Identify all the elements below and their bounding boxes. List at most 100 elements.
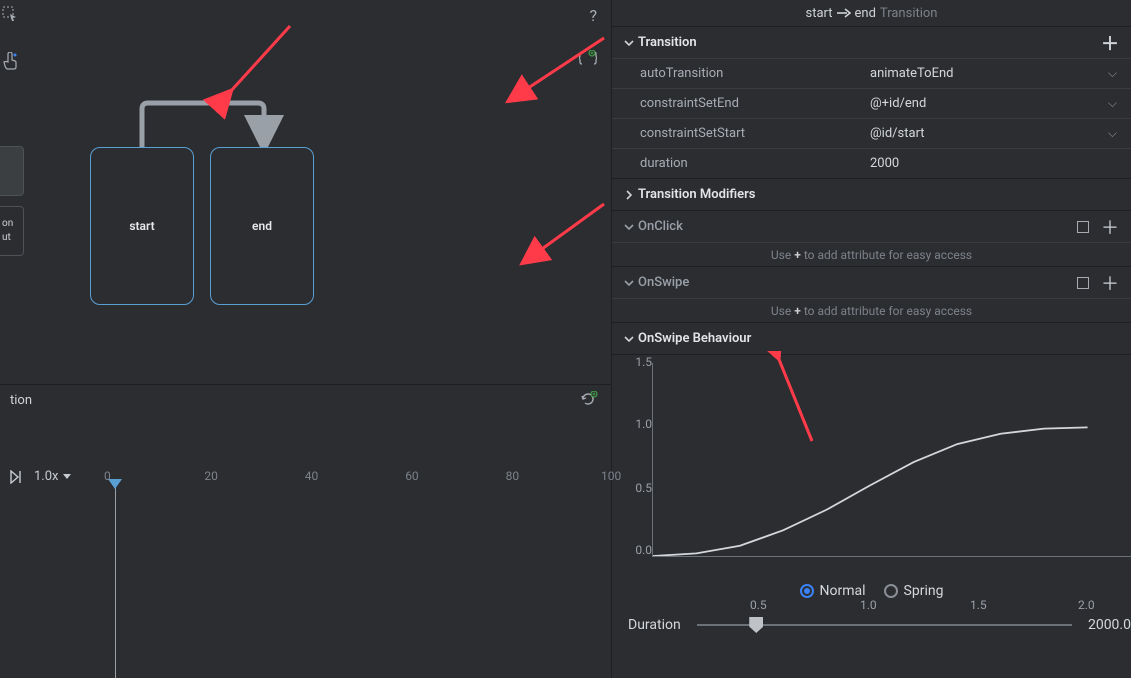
title-end: end — [855, 6, 876, 21]
playback-speed-dropdown[interactable]: 1.0x — [34, 469, 71, 484]
section-transition-label: Transition — [638, 35, 1101, 50]
attr-row-autoTransition[interactable]: autoTransition animateToEnd ⌵ — [612, 58, 1131, 88]
timeline-playhead[interactable] — [115, 487, 116, 678]
radio-dot-off-icon — [884, 584, 898, 598]
left-toolbar: ? — [0, 0, 611, 30]
add-onswipe-icon[interactable]: ＋ — [1101, 270, 1119, 296]
attr-value[interactable]: animateToEnd — [870, 66, 1104, 81]
attr-name: constraintSetEnd — [640, 96, 870, 111]
state-box-start[interactable]: start — [90, 147, 194, 305]
section-onswipe[interactable]: OnSwipe ＋ — [612, 266, 1131, 298]
timeline-tick: 20 — [204, 469, 218, 483]
stub2-line1: on — [2, 217, 23, 231]
x-tick: 1.5 — [970, 598, 987, 612]
timeline-tick: 80 — [506, 469, 520, 483]
plus-icon: + — [791, 248, 804, 262]
section-transition-modifiers[interactable]: Transition Modifiers — [612, 178, 1131, 210]
square-icon[interactable] — [1077, 221, 1089, 233]
attr-row-constraintSetEnd[interactable]: constraintSetEnd @+id/end ⌵ — [612, 88, 1131, 118]
stub2-line2: ut — [2, 231, 23, 245]
attr-value[interactable]: @id/start — [870, 126, 1104, 141]
timeline-cycle-icon[interactable] — [580, 391, 598, 407]
plus-icon: + — [791, 304, 804, 318]
y-tick: 0.5 — [635, 481, 652, 495]
radio-spring[interactable]: Spring — [884, 583, 944, 599]
onclick-hint: Use + to add attribute for easy access — [612, 242, 1131, 266]
state-box-end[interactable]: end — [210, 147, 314, 305]
state-start-label: start — [129, 219, 154, 233]
playback-speed-value: 1.0x — [34, 469, 59, 484]
chevron-down-icon — [624, 222, 638, 232]
attributes-panel: start end Transition Transition ＋ autoTr… — [612, 0, 1131, 678]
left-side-tab-2[interactable]: on ut — [0, 206, 24, 256]
dropdown-icon[interactable]: ⌵ — [1104, 126, 1121, 141]
attr-name: autoTransition — [640, 66, 870, 81]
title-start: start — [806, 6, 833, 21]
chevron-down-icon — [624, 38, 638, 48]
y-tick: 0.0 — [635, 543, 652, 557]
state-end-label: end — [252, 219, 272, 233]
timeline-body: 1.0x 0 20 40 60 80 100 — [0, 415, 612, 439]
slider-thumb[interactable] — [749, 617, 763, 633]
section-onswipe-behaviour[interactable]: OnSwipe Behaviour — [612, 322, 1131, 354]
dropdown-icon[interactable]: ⌵ — [1104, 96, 1121, 111]
y-tick: 1.5 — [635, 355, 652, 369]
dropdown-icon[interactable]: ⌵ — [1104, 66, 1121, 81]
timeline-panel: tion 1.0x 0 20 40 — [0, 384, 612, 678]
timeline-controls: 1.0x — [10, 469, 71, 484]
radio-dot-on-icon — [800, 584, 814, 598]
duration-value: 2000.0 — [1088, 617, 1131, 633]
chevron-down-icon — [63, 474, 71, 480]
section-onswipe-label: OnSwipe — [638, 275, 1077, 290]
help-icon[interactable]: ? — [589, 6, 597, 25]
section-onclick[interactable]: OnClick ＋ — [612, 210, 1131, 242]
attr-name: duration — [640, 156, 870, 171]
attr-value[interactable]: @+id/end — [870, 96, 1104, 111]
x-tick: 2.0 — [1078, 598, 1095, 612]
hint-pre: Use — [771, 248, 791, 262]
code-toggle-icon[interactable] — [579, 50, 597, 66]
touch-tool-icon[interactable] — [2, 52, 18, 70]
title-suffix: Transition — [880, 6, 938, 21]
section-transition-modifiers-label: Transition Modifiers — [638, 187, 1119, 202]
section-transition[interactable]: Transition ＋ — [612, 26, 1131, 58]
plot-svg — [653, 363, 1131, 556]
onswipe-graph-area: 1.5 1.0 0.5 0.0 0.5 1.0 1.5 2.0 Normal — [612, 354, 1131, 678]
hint-pre: Use — [771, 304, 791, 318]
timeline-ruler[interactable]: 0 20 40 60 80 100 — [104, 469, 606, 678]
duration-slider-row: Duration 2000.0 — [628, 617, 1131, 633]
section-onswipe-behaviour-label: OnSwipe Behaviour — [638, 331, 1119, 346]
y-tick: 1.0 — [635, 417, 652, 431]
radio-normal-label: Normal — [820, 583, 866, 599]
timeline-tick: 40 — [305, 469, 319, 483]
motion-editor-canvas: ? on ut start end — [0, 0, 612, 678]
left-side-tab-1[interactable] — [0, 146, 24, 196]
duration-slider[interactable] — [697, 624, 1072, 626]
add-onclick-icon[interactable]: ＋ — [1101, 214, 1119, 240]
x-tick: 0.5 — [750, 598, 767, 612]
duration-label: Duration — [628, 617, 681, 633]
radio-normal[interactable]: Normal — [800, 583, 866, 599]
timeline-title: tion — [10, 393, 32, 408]
attributes-title: start end Transition — [612, 0, 1131, 26]
behaviour-mode-radios: Normal Spring — [612, 583, 1131, 599]
attr-row-constraintSetStart[interactable]: constraintSetStart @id/start ⌵ — [612, 118, 1131, 148]
hint-post: to add attribute for easy access — [804, 248, 972, 262]
attr-name: constraintSetStart — [640, 126, 870, 141]
attr-row-duration[interactable]: duration 2000 — [612, 148, 1131, 178]
square-icon[interactable] — [1077, 277, 1089, 289]
hint-post: to add attribute for easy access — [804, 304, 972, 318]
play-to-end-icon[interactable] — [10, 470, 26, 484]
x-tick: 1.0 — [860, 598, 877, 612]
section-onclick-label: OnClick — [638, 219, 1077, 234]
onswipe-hint: Use + to add attribute for easy access — [612, 298, 1131, 322]
timeline-header: tion — [0, 385, 612, 415]
add-transition-attribute-icon[interactable]: ＋ — [1101, 30, 1119, 56]
timeline-tick: 60 — [405, 469, 419, 483]
chevron-right-icon — [624, 190, 638, 200]
selection-tool-icon[interactable] — [2, 6, 18, 22]
arrow-right-icon — [837, 7, 851, 19]
radio-spring-label: Spring — [904, 583, 944, 599]
motion-state-diagram: start end — [90, 85, 410, 325]
attr-value[interactable]: 2000 — [870, 156, 1121, 171]
